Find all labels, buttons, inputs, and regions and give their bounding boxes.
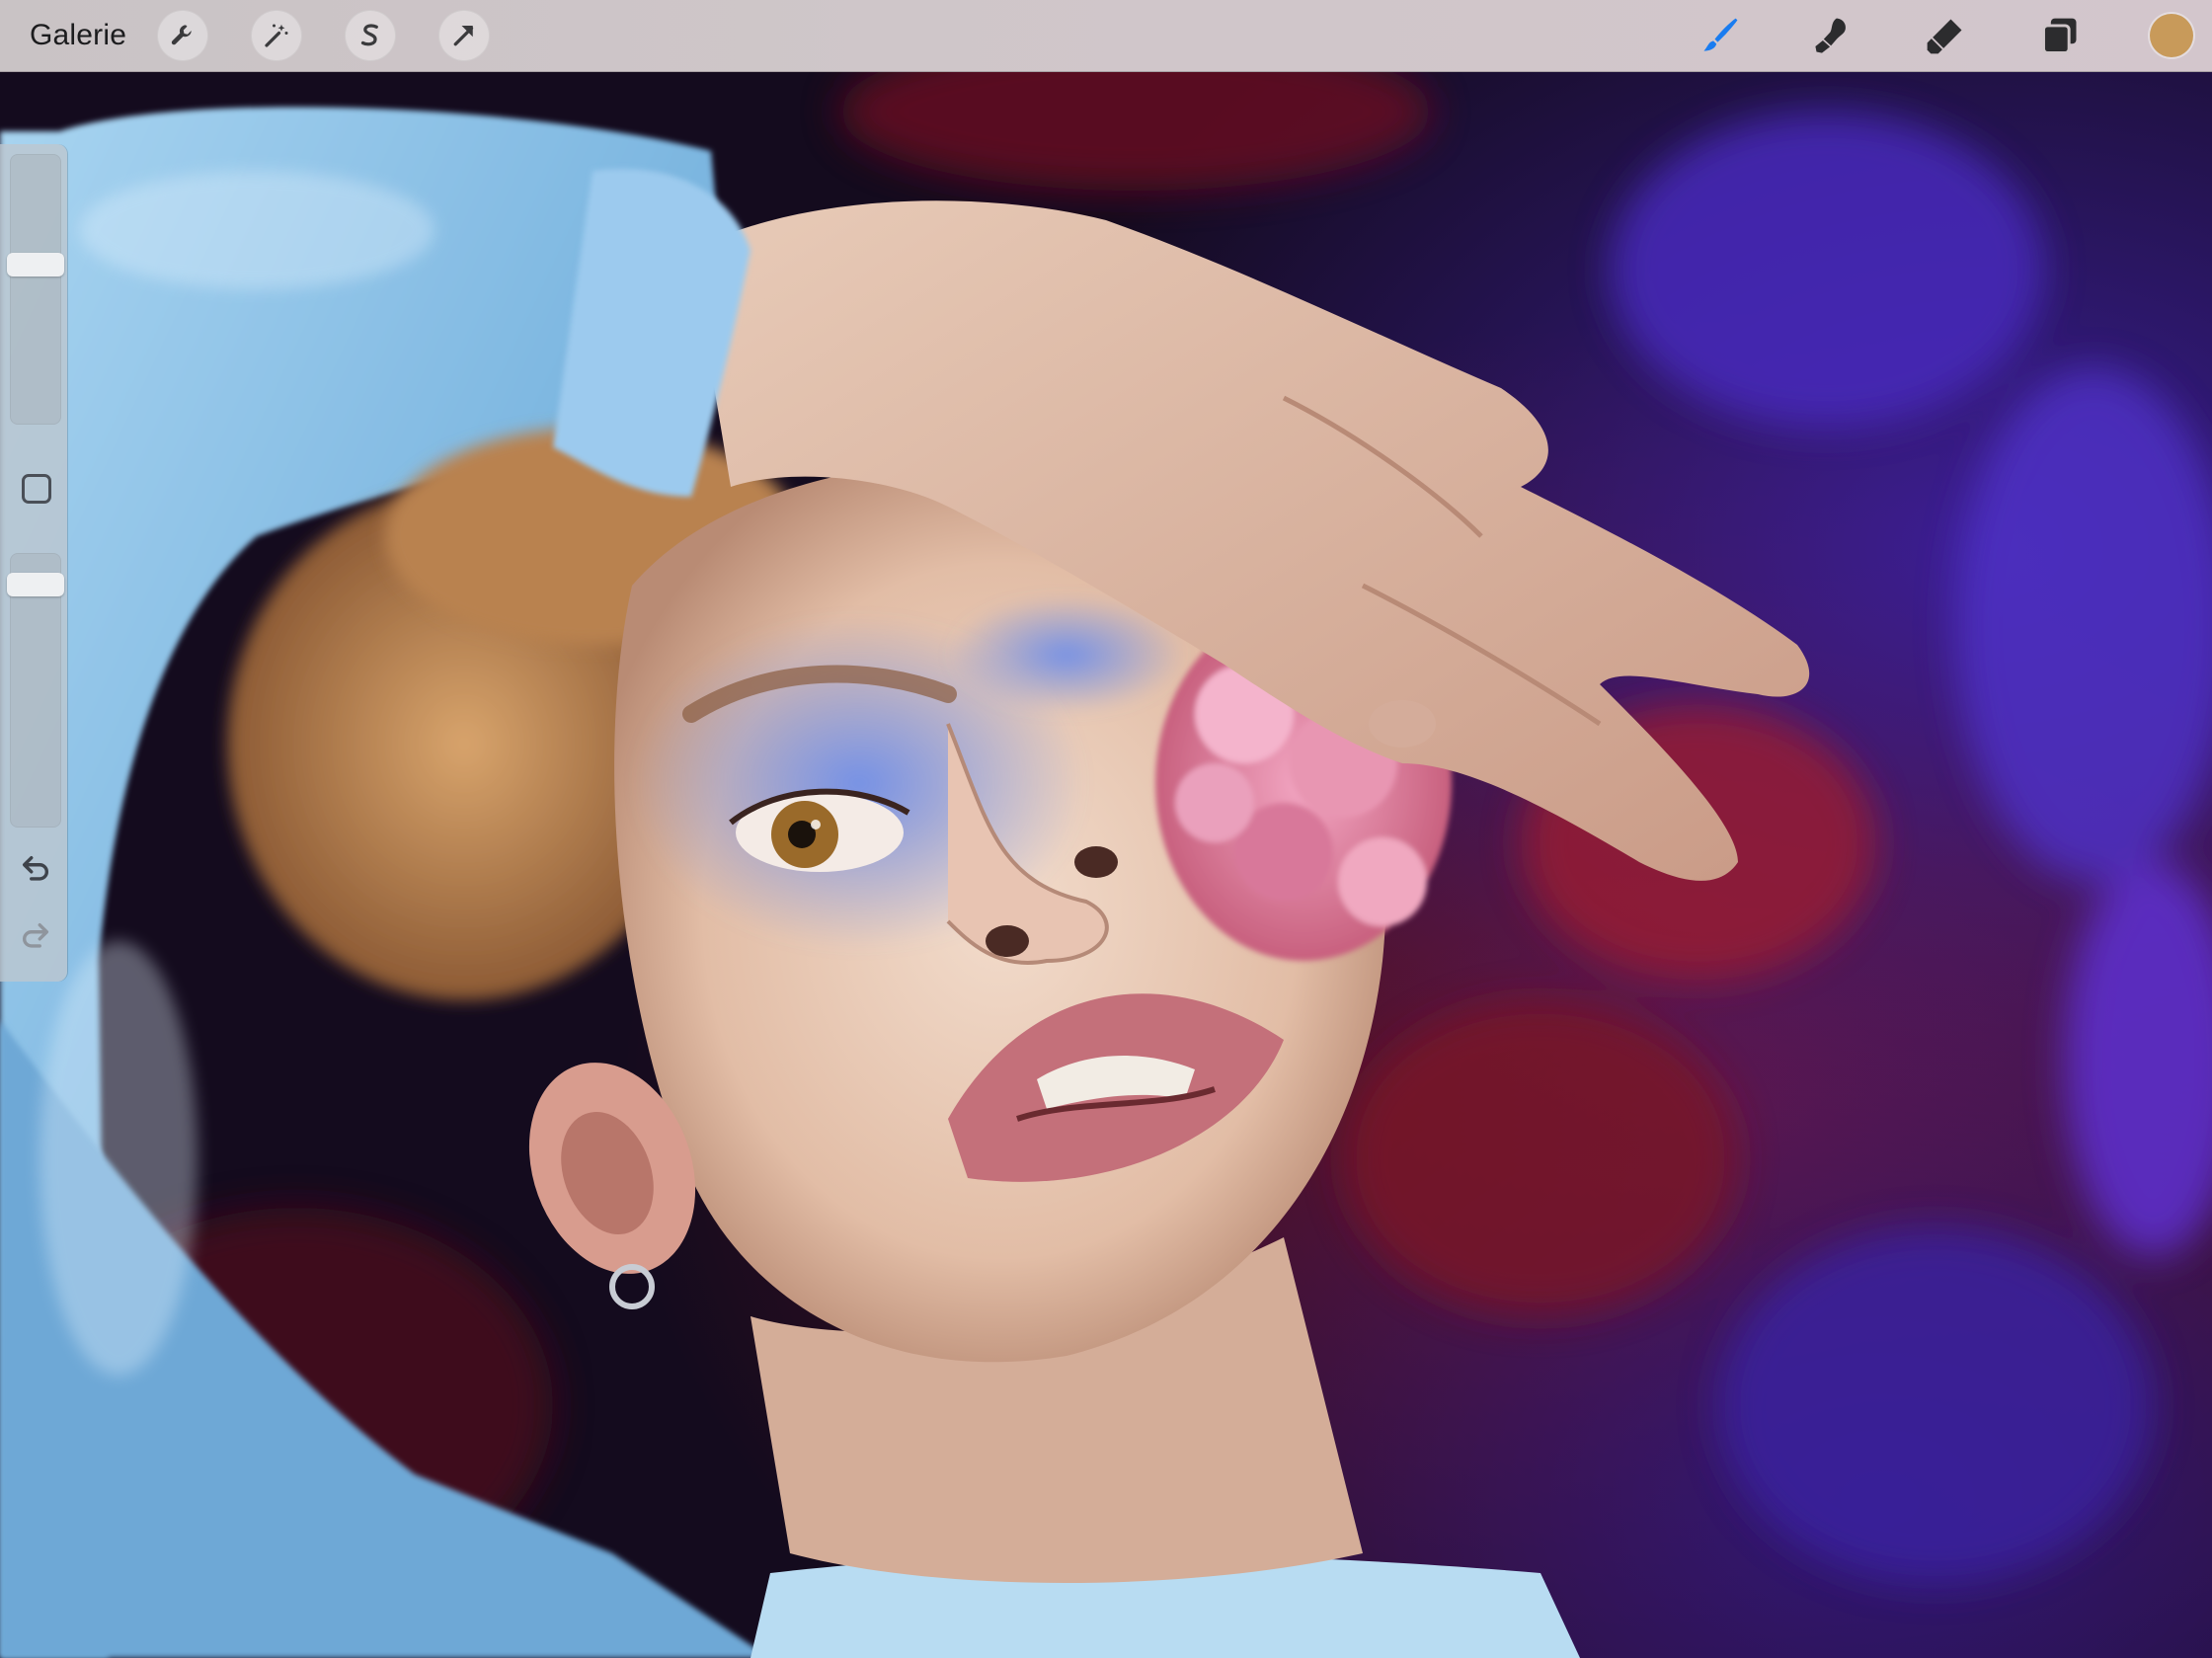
arrow-cursor-icon	[453, 26, 474, 46]
eraser-icon	[1927, 19, 1962, 54]
drawing-canvas[interactable]	[0, 72, 2212, 1658]
gallery-button[interactable]: Galerie	[30, 17, 126, 54]
undo-button[interactable]	[16, 851, 55, 887]
redo-button[interactable]	[16, 918, 55, 954]
wrench-icon	[171, 25, 192, 45]
brush-size-slider-thumb[interactable]	[7, 253, 64, 276]
left-sidebar	[0, 144, 67, 982]
brush-size-slider[interactable]	[7, 154, 64, 425]
smudge-icon	[1815, 18, 1846, 53]
opacity-slider-thumb[interactable]	[7, 573, 64, 597]
top-toolbar: Galerie	[0, 0, 2212, 72]
layers-button[interactable]	[2032, 10, 2088, 61]
modify-button[interactable]	[22, 474, 51, 504]
paint-tool-button[interactable]	[1693, 10, 1748, 61]
eraser-tool-button[interactable]	[1918, 10, 1973, 61]
redo-icon	[23, 922, 49, 948]
undo-icon	[22, 855, 48, 881]
layers-icon	[2042, 18, 2077, 54]
transform-button[interactable]	[438, 10, 490, 61]
opacity-slider[interactable]	[7, 553, 64, 828]
selection-s-icon	[360, 24, 378, 46]
smudge-tool-button[interactable]	[1805, 10, 1860, 61]
magic-wand-icon	[265, 24, 288, 47]
artwork	[0, 72, 2212, 1658]
actions-button[interactable]	[157, 10, 208, 61]
selection-button[interactable]	[345, 10, 396, 61]
adjustments-button[interactable]	[251, 10, 302, 61]
color-picker-button[interactable]	[2150, 14, 2193, 57]
brush-icon	[1703, 18, 1738, 51]
